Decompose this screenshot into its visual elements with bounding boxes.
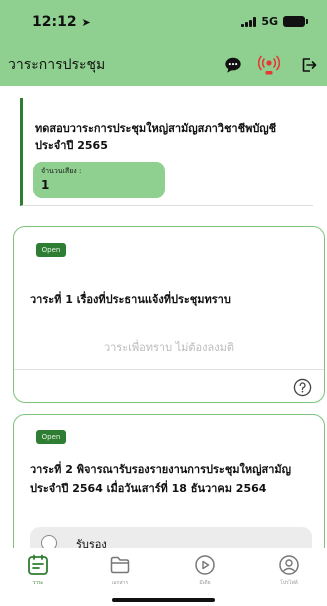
votes-label: จำนวนเสียง : [41, 167, 82, 175]
agenda-card-2[interactable]: Open วาระที่ 2 พิจารณารับรองรายงานการประ… [13, 414, 325, 548]
status-indicators: 5G [241, 15, 308, 28]
chat-button[interactable] [222, 54, 244, 76]
signal-icon [241, 16, 257, 27]
play-icon [195, 555, 215, 575]
tab-agenda[interactable]: วาระ [8, 554, 68, 587]
folder-icon [110, 556, 130, 574]
profile-icon [279, 555, 299, 575]
status-bar: 12:12 ➤ 5G [0, 0, 327, 44]
location-arrow-icon: ➤ [81, 16, 91, 29]
chat-icon [225, 57, 241, 73]
logout-icon [302, 58, 317, 72]
status-badge: Open [36, 243, 66, 257]
question-icon [293, 378, 311, 396]
status-time: 12:12 ➤ [32, 14, 91, 30]
live-broadcast-icon [258, 55, 280, 75]
tab-profile[interactable]: โปรไฟล์ [259, 554, 319, 587]
agenda-icon [28, 554, 48, 575]
battery-icon [283, 16, 308, 27]
network-type: 5G [261, 15, 278, 28]
home-indicator [112, 598, 215, 602]
tab-documents[interactable]: เอกสาร [90, 554, 150, 587]
agenda-title: วาระที่ 2 พิจารณารับรองรายงานการประชุมให… [30, 463, 292, 495]
meeting-info-card: ทดสอบวาระการประชุมใหญ่สามัญสภาวิชาชีพบัญ… [20, 98, 313, 206]
votes-value: 1 [41, 178, 50, 192]
tab-label: วาระ [32, 580, 44, 586]
card-divider [14, 369, 324, 370]
votes-box: จำนวนเสียง : 1 [33, 162, 165, 198]
tab-media[interactable]: มีเดีย [175, 554, 235, 587]
option-label: รับรอง [76, 538, 107, 548]
help-button[interactable] [292, 377, 312, 397]
agenda-list[interactable]: ทดสอบวาระการประชุมใหญ่สามัญสภาวิชาชีพบัญ… [0, 86, 327, 548]
agenda-note: วาระเพื่อทราบ ไม่ต้องลงมติ [103, 341, 234, 354]
live-button[interactable] [258, 54, 280, 76]
status-badge: Open [36, 430, 66, 444]
logout-button[interactable] [298, 54, 320, 76]
tab-label: เอกสาร [111, 580, 129, 586]
vote-option-approve[interactable]: รับรอง [30, 527, 312, 548]
page-title: วาระการประชุม [8, 57, 106, 73]
radio-button[interactable] [41, 535, 57, 548]
tab-label: มีเดีย [199, 580, 211, 586]
agenda-title: วาระที่ 1 เรื่องที่ประธานแจ้งที่ประชุมทร… [30, 293, 231, 306]
agenda-card-1[interactable]: Open วาระที่ 1 เรื่องที่ประธานแจ้งที่ประ… [13, 226, 325, 403]
meeting-title: ทดสอบวาระการประชุมใหญ่สามัญสภาวิชาชีพบัญ… [35, 122, 277, 152]
app-header: วาระการประชุม [0, 44, 327, 86]
tab-label: โปรไฟล์ [280, 580, 298, 586]
